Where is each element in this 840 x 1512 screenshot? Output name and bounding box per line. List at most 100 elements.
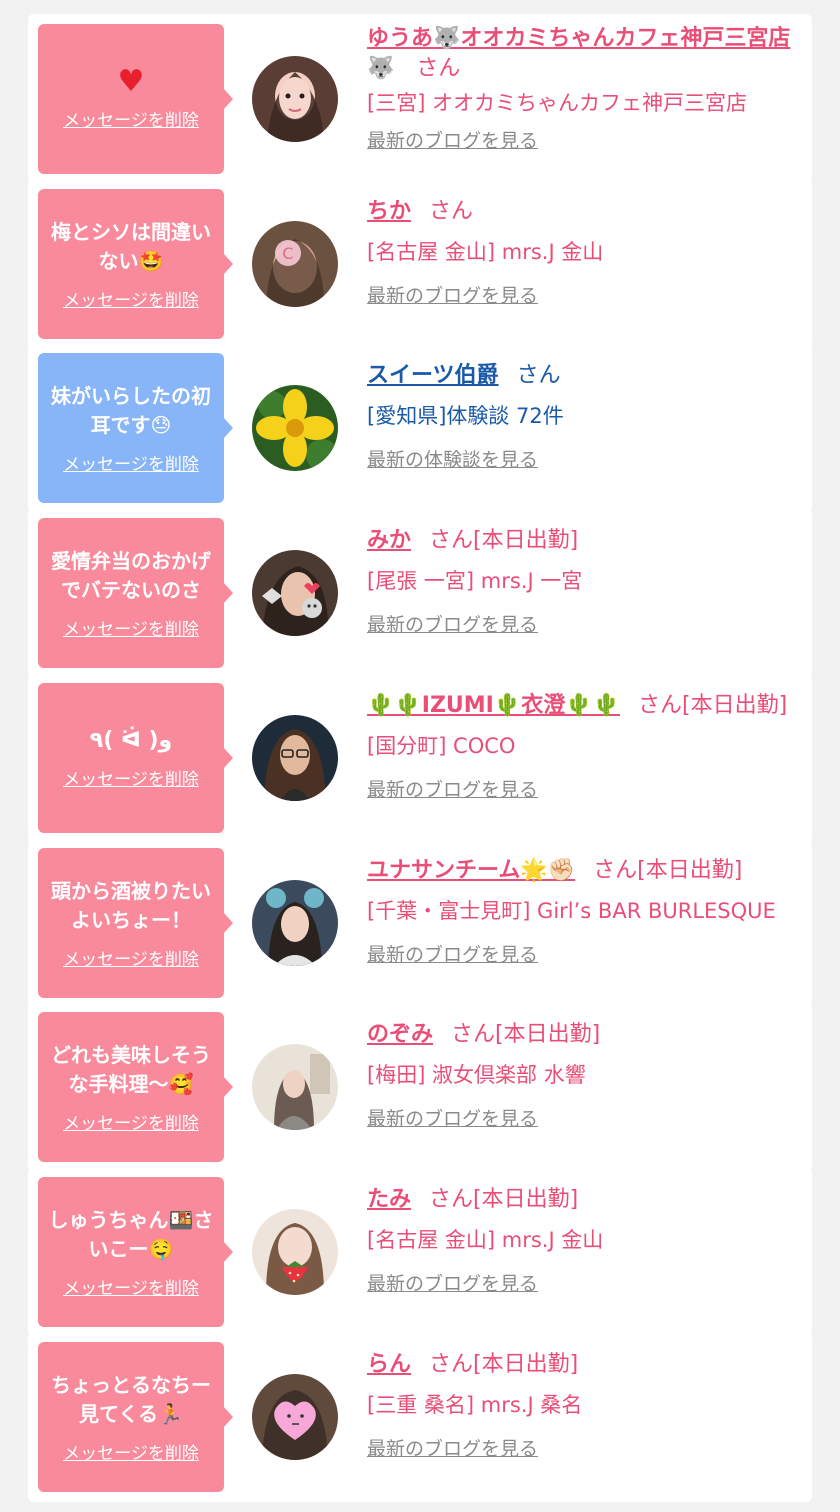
latest-post-link[interactable]: 最新の体験談を見る: [367, 445, 538, 472]
sender-info: ユナサンチーム🌟✊🏻 さん[本日出勤] [千葉・富士見町] Girl’s BAR …: [367, 856, 807, 967]
message-list: ♥ メッセージを削除 ゆうあ🐺オオカミちゃんカフェ神戸三宮店 🐺 さん [三宮]…: [0, 0, 840, 1512]
shop-label: [三宮] オオカミちゃんカフェ神戸三宮店: [367, 91, 748, 115]
sender-info: らん さん[本日出勤] [三重 桑名] mrs.J 桑名 最新のブログを見る: [367, 1350, 807, 1461]
message-card: ٩( ᐛ )و メッセージを削除 🌵🌵IZUMI🌵衣澄🌵🌵 さん[本日出勤] [国…: [28, 673, 812, 843]
message-card: ♥ メッセージを削除 ゆうあ🐺オオカミちゃんカフェ神戸三宮店 🐺 さん [三宮]…: [28, 14, 812, 184]
honorific-label: さん[本日出勤]: [638, 693, 788, 718]
latest-post-link[interactable]: 最新のブログを見る: [367, 775, 538, 802]
shop-label: [梅田] 淑女倶楽部 水響: [367, 1063, 586, 1087]
name-line: ユナサンチーム🌟✊🏻 さん[本日出勤]: [367, 856, 807, 886]
shop-label: [三重 桑名] mrs.J 桑名: [367, 1393, 583, 1417]
avatar[interactable]: [252, 715, 338, 801]
latest-post-link[interactable]: 最新のブログを見る: [367, 1434, 538, 1461]
message-bubble: しゅうちゃん🍱さ いこー🤤 メッセージを削除: [38, 1177, 233, 1327]
delete-message-link[interactable]: メッセージを削除: [63, 765, 199, 790]
message-bubble: 愛情弁当のおかげ でバテないのさ メッセージを削除: [38, 518, 233, 668]
sender-info: のぞみ さん[本日出勤] [梅田] 淑女倶楽部 水響 最新のブログを見る: [367, 1020, 807, 1131]
svg-text:C: C: [282, 244, 293, 263]
shop-label: [名古屋 金山] mrs.J 金山: [367, 240, 604, 264]
sender-name-link[interactable]: ちか: [367, 199, 411, 224]
message-card: 梅とシソは間違い ない🤩 メッセージを削除 C ちか さん [名古屋 金山] mr…: [28, 179, 812, 349]
sender-info: スイーツ伯爵 さん [愛知県]体験談 72件 最新の体験談を見る: [367, 361, 807, 472]
sender-name-link[interactable]: たみ: [367, 1187, 411, 1212]
delete-message-link[interactable]: メッセージを削除: [63, 286, 199, 311]
name-line: みか さん[本日出勤]: [367, 526, 807, 556]
message-text: 妹がいらしたの初 耳です😓: [51, 383, 211, 437]
honorific-label: さん[本日出勤]: [429, 1352, 579, 1377]
sender-info: ゆうあ🐺オオカミちゃんカフェ神戸三宮店 🐺 さん [三宮] オオカミちゃんカフェ…: [367, 24, 807, 153]
message-bubble: ♥ メッセージを削除: [38, 24, 233, 174]
name-line: たみ さん[本日出勤]: [367, 1185, 807, 1215]
sender-name-link[interactable]: のぞみ: [367, 1022, 433, 1047]
name-line: ゆうあ🐺オオカミちゃんカフェ神戸三宮店: [367, 24, 807, 54]
name-line: 🌵🌵IZUMI🌵衣澄🌵🌵 さん[本日出勤]: [367, 691, 807, 721]
message-text: 頭から酒被りたい よいちょー！: [51, 878, 211, 932]
message-bubble: 梅とシソは間違い ない🤩 メッセージを削除: [38, 189, 233, 339]
message-text: どれも美味しそう な手料理～🥰: [51, 1042, 211, 1096]
sender-name-link[interactable]: 🌵🌵IZUMI🌵衣澄🌵🌵: [367, 693, 620, 718]
avatar[interactable]: [252, 550, 338, 636]
message-text: 梅とシソは間違い ない🤩: [51, 219, 211, 273]
message-card: しゅうちゃん🍱さ いこー🤤 メッセージを削除 たみ さん[本日出勤] [名古屋 金…: [28, 1167, 812, 1337]
latest-post-link[interactable]: 最新のブログを見る: [367, 610, 538, 637]
latest-post-link[interactable]: 最新のブログを見る: [367, 940, 538, 967]
shop-label: [千葉・富士見町] Girl’s BAR BURLESQUE: [367, 899, 776, 923]
honorific-label: さん: [516, 363, 561, 388]
avatar[interactable]: [252, 880, 338, 966]
name-line-continued: 🐺 さん: [367, 56, 461, 81]
honorific-label: さん: [429, 199, 474, 224]
message-bubble: 頭から酒被りたい よいちょー！ メッセージを削除: [38, 848, 233, 998]
latest-post-link[interactable]: 最新のブログを見る: [367, 281, 538, 308]
shop-label: [尾張 一宮] mrs.J 一宮: [367, 569, 583, 593]
avatar[interactable]: [252, 1044, 338, 1130]
avatar[interactable]: [252, 385, 338, 471]
message-card: 妹がいらしたの初 耳です😓 メッセージを削除 スイーツ伯爵 さん [愛知県]体験談…: [28, 343, 812, 513]
sender-name-link[interactable]: ゆうあ🐺オオカミちゃんカフェ神戸三宮店: [367, 26, 790, 51]
message-text: しゅうちゃん🍱さ いこー🤤: [48, 1207, 214, 1261]
delete-message-link[interactable]: メッセージを削除: [63, 1109, 199, 1134]
honorific-label: さん[本日出勤]: [429, 1187, 579, 1212]
honorific-label: さん[本日出勤]: [451, 1022, 601, 1047]
message-card: ちょっとるなちー 見てくる🏃 メッセージを削除 らん さん[本日出勤] [三重 桑…: [28, 1332, 812, 1502]
message-card: 愛情弁当のおかげ でバテないのさ メッセージを削除 みか さん[本日出勤] [尾張…: [28, 508, 812, 678]
message-text: ちょっとるなちー 見てくる🏃: [51, 1372, 211, 1426]
name-line: のぞみ さん[本日出勤]: [367, 1020, 807, 1050]
delete-message-link[interactable]: メッセージを削除: [63, 450, 199, 475]
delete-message-link[interactable]: メッセージを削除: [63, 615, 199, 640]
name-line: らん さん[本日出勤]: [367, 1350, 807, 1380]
sender-name-link[interactable]: ユナサンチーム🌟✊🏻: [367, 858, 575, 883]
avatar[interactable]: [252, 56, 338, 142]
shop-label: [国分町] COCO: [367, 734, 516, 758]
shop-label: [愛知県]体験談 72件: [367, 404, 564, 428]
message-bubble: ちょっとるなちー 見てくる🏃 メッセージを削除: [38, 1342, 233, 1492]
message-bubble: 妹がいらしたの初 耳です😓 メッセージを削除: [38, 353, 233, 503]
latest-post-link[interactable]: 最新のブログを見る: [367, 1269, 538, 1296]
sender-name-link[interactable]: みか: [367, 528, 411, 553]
honorific-label: さん[本日出勤]: [429, 528, 579, 553]
message-bubble: どれも美味しそう な手料理～🥰 メッセージを削除: [38, 1012, 233, 1162]
sender-info: 🌵🌵IZUMI🌵衣澄🌵🌵 さん[本日出勤] [国分町] COCO 最新のブログを見…: [367, 691, 807, 802]
message-text: ٩( ᐛ )و: [89, 728, 173, 753]
message-text: ♥: [117, 64, 145, 99]
name-line: ちか さん: [367, 197, 807, 227]
latest-post-link[interactable]: 最新のブログを見る: [367, 126, 538, 153]
sender-info: みか さん[本日出勤] [尾張 一宮] mrs.J 一宮 最新のブログを見る: [367, 526, 807, 637]
avatar[interactable]: [252, 1374, 338, 1460]
avatar[interactable]: [252, 1209, 338, 1295]
avatar[interactable]: C: [252, 221, 338, 307]
sender-name-link[interactable]: スイーツ伯爵: [367, 363, 499, 388]
message-card: 頭から酒被りたい よいちょー！ メッセージを削除 ユナサンチーム🌟✊🏻 さん[本日…: [28, 838, 812, 1008]
sender-info: ちか さん [名古屋 金山] mrs.J 金山 最新のブログを見る: [367, 197, 807, 308]
latest-post-link[interactable]: 最新のブログを見る: [367, 1104, 538, 1131]
delete-message-link[interactable]: メッセージを削除: [63, 945, 199, 970]
delete-message-link[interactable]: メッセージを削除: [63, 1439, 199, 1464]
message-card: どれも美味しそう な手料理～🥰 メッセージを削除 のぞみ さん[本日出勤] [梅田…: [28, 1002, 812, 1172]
sender-name-link[interactable]: らん: [367, 1352, 411, 1377]
message-text: 愛情弁当のおかげ でバテないのさ: [51, 548, 211, 602]
name-line: スイーツ伯爵 さん: [367, 361, 807, 391]
delete-message-link[interactable]: メッセージを削除: [63, 1274, 199, 1299]
delete-message-link[interactable]: メッセージを削除: [63, 106, 199, 131]
shop-label: [名古屋 金山] mrs.J 金山: [367, 1228, 604, 1252]
honorific-label: さん[本日出勤]: [593, 858, 743, 883]
sender-info: たみ さん[本日出勤] [名古屋 金山] mrs.J 金山 最新のブログを見る: [367, 1185, 807, 1296]
